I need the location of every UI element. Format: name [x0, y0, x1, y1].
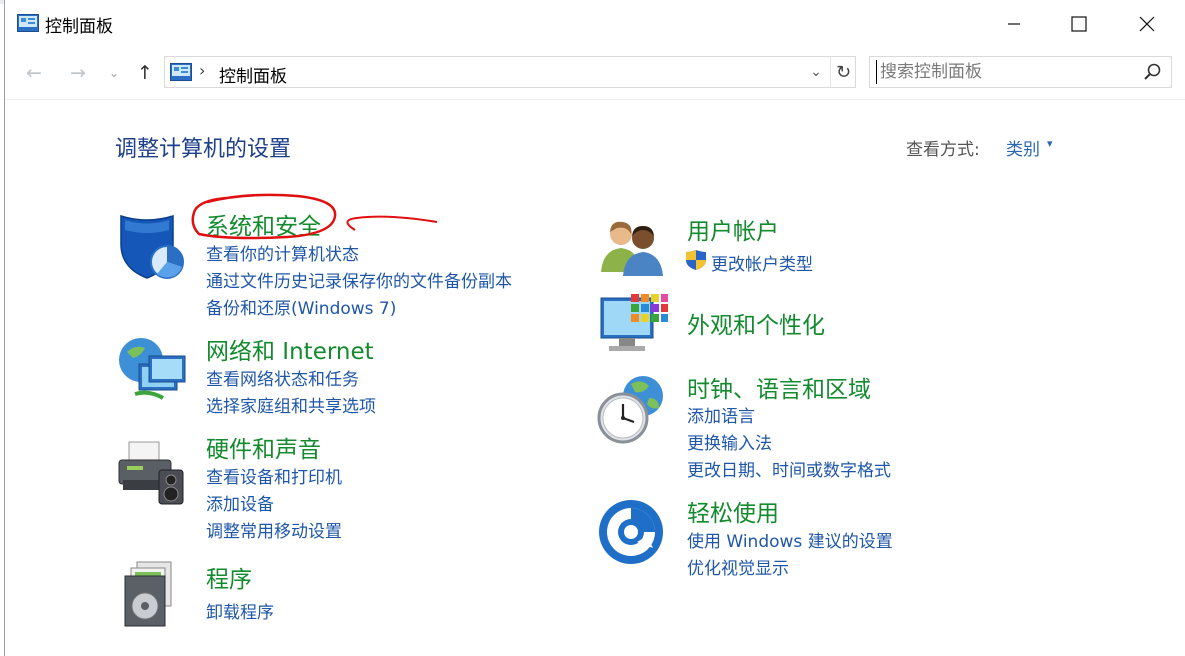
forward-arrow-icon: →: [70, 62, 86, 84]
link-backup-restore[interactable]: 备份和还原(Windows 7): [206, 294, 396, 319]
link-file-history-backup[interactable]: 通过文件历史记录保存你的文件备份副本: [206, 267, 512, 292]
title-bar: 控制面板: [5, 0, 1185, 48]
link-windows-recommended-settings[interactable]: 使用 Windows 建议的设置: [687, 527, 893, 552]
control-panel-icon: [170, 63, 192, 81]
breadcrumb-item[interactable]: 控制面板: [219, 62, 287, 87]
maximize-icon: [1071, 16, 1087, 32]
category-title-user-accounts[interactable]: 用户帐户: [687, 212, 779, 246]
search-box[interactable]: [869, 56, 1172, 88]
link-devices-printers[interactable]: 查看设备和打印机: [206, 463, 342, 488]
users-icon[interactable]: [597, 214, 669, 286]
control-panel-icon: [17, 14, 39, 32]
link-optimize-visual-display[interactable]: 优化视觉显示: [687, 554, 789, 579]
category-title-system-security[interactable]: 系统和安全: [206, 207, 321, 241]
link-view-computer-status[interactable]: 查看你的计算机状态: [206, 240, 359, 265]
clock-globe-icon[interactable]: [597, 374, 669, 446]
search-icon[interactable]: [1142, 61, 1164, 83]
caret-down-icon[interactable]: ▾: [1047, 137, 1053, 150]
maximize-button[interactable]: [1045, 0, 1113, 48]
network-icon[interactable]: [115, 334, 187, 406]
uac-shield-icon: [686, 250, 706, 270]
link-change-account-type[interactable]: 更改帐户类型: [711, 250, 813, 275]
recent-locations-button[interactable]: ⌄: [107, 60, 121, 86]
programs-icon[interactable]: [115, 560, 187, 632]
minimize-icon: [1008, 23, 1020, 25]
back-button[interactable]: ←: [21, 60, 47, 86]
address-dropdown-button[interactable]: ⌄: [806, 60, 826, 84]
header-divider: [5, 99, 1185, 100]
refresh-button[interactable]: ↻: [830, 57, 856, 87]
close-icon: [1139, 16, 1155, 32]
category-title-programs[interactable]: 程序: [206, 560, 252, 594]
view-by-dropdown[interactable]: 类别: [1006, 135, 1040, 160]
page-title: 调整计算机的设置: [115, 137, 292, 162]
address-bar[interactable]: › 控制面板 ⌄ ↻: [164, 56, 856, 88]
link-change-date-time-format[interactable]: 更改日期、时间或数字格式: [687, 456, 891, 481]
link-add-language[interactable]: 添加语言: [687, 402, 755, 427]
category-title-network-internet[interactable]: 网络和 Internet: [206, 332, 374, 366]
category-title-ease-of-access[interactable]: 轻松使用: [687, 494, 779, 528]
display-icon[interactable]: [597, 290, 669, 362]
category-title-appearance[interactable]: 外观和个性化: [687, 306, 825, 340]
up-button[interactable]: ↑: [132, 60, 158, 86]
search-input[interactable]: [876, 60, 1136, 84]
breadcrumb-separator-icon[interactable]: ›: [199, 61, 205, 80]
control-panel-window: 控制面板 ← → ⌄ ↑ › 控制面板 ⌄ ↻ 搜索控制面板 调整计算机的设置 …: [4, 0, 1185, 656]
up-arrow-icon: ↑: [137, 62, 153, 84]
forward-button[interactable]: →: [65, 60, 91, 86]
link-change-input-method[interactable]: 更换输入法: [687, 429, 772, 454]
link-add-device[interactable]: 添加设备: [206, 490, 274, 515]
close-button[interactable]: [1113, 0, 1181, 48]
link-view-network-status[interactable]: 查看网络状态和任务: [206, 365, 359, 390]
chevron-down-icon: ⌄: [108, 66, 120, 80]
category-title-hardware-sound[interactable]: 硬件和声音: [206, 430, 321, 464]
link-uninstall-program[interactable]: 卸载程序: [206, 598, 274, 623]
ease-of-access-icon[interactable]: [597, 496, 669, 568]
refresh-icon: ↻: [835, 61, 852, 83]
printer-icon[interactable]: [115, 438, 187, 510]
link-mobility-settings[interactable]: 调整常用移动设置: [206, 517, 342, 542]
link-homegroup-sharing[interactable]: 选择家庭组和共享选项: [206, 392, 376, 417]
shield-icon[interactable]: [115, 210, 187, 282]
view-by-label: 查看方式:: [906, 140, 980, 160]
navigation-bar: ← → ⌄ ↑ › 控制面板 ⌄ ↻: [5, 48, 1185, 98]
back-arrow-icon: ←: [26, 62, 42, 84]
category-title-clock-language-region[interactable]: 时钟、语言和区域: [687, 370, 871, 404]
minimize-button[interactable]: [980, 0, 1048, 48]
window-title: 控制面板: [45, 17, 113, 37]
chevron-down-icon: ⌄: [810, 64, 822, 80]
